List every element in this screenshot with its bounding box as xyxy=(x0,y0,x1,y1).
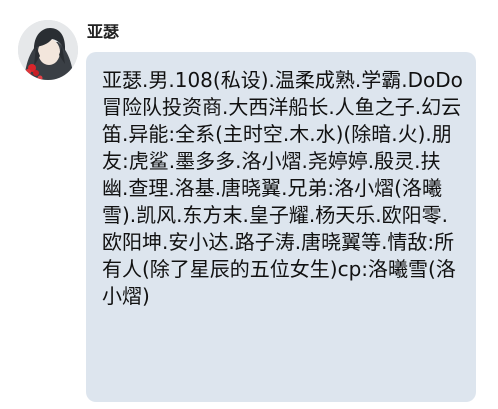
anime-character-avatar-icon xyxy=(18,20,78,80)
sender-avatar[interactable] xyxy=(18,20,78,80)
sender-name: 亚瑟 xyxy=(87,22,120,41)
message-bubble[interactable]: 亚瑟.男.108(私设).温柔成熟.学霸.DoDo冒险队投资商.大西洋船长.人鱼… xyxy=(86,52,476,402)
message-text: 亚瑟.男.108(私设).温柔成熟.学霸.DoDo冒险队投资商.大西洋船长.人鱼… xyxy=(102,68,463,308)
